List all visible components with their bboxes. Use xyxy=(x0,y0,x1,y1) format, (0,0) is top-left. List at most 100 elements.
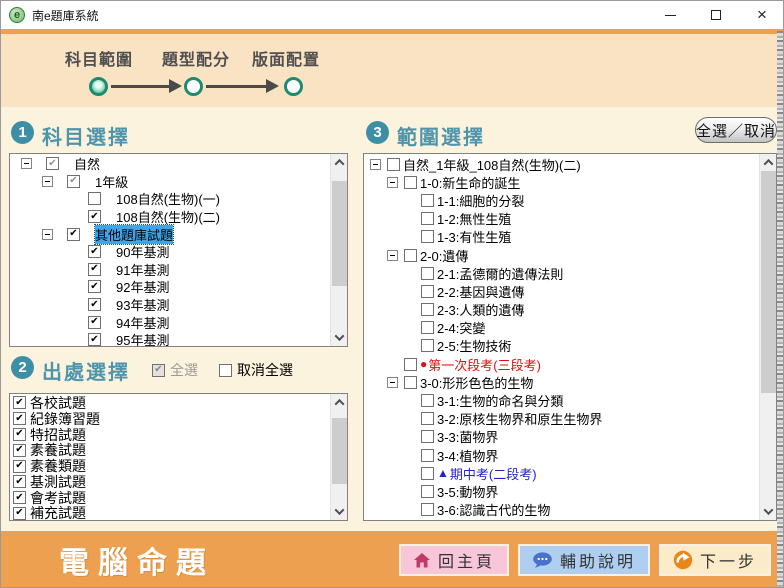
checkbox[interactable] xyxy=(404,376,417,389)
expand-collapse-toggle[interactable] xyxy=(21,158,32,169)
tree-row[interactable]: 2-1:孟德爾的遺傳法則 xyxy=(364,264,759,282)
checkbox[interactable]: ✔ xyxy=(88,298,101,311)
tree-row[interactable]: 3-1:生物的命名與分類 xyxy=(364,391,759,409)
tree-row[interactable]: 2-4:突變 xyxy=(364,319,759,337)
checkbox[interactable]: ✔ xyxy=(13,444,26,457)
scroll-down-button[interactable] xyxy=(331,503,348,520)
scrollbar-thumb[interactable] xyxy=(332,418,347,484)
source-list-scrollbar[interactable] xyxy=(330,394,347,520)
tree-row[interactable]: 2-5:生物技術 xyxy=(364,337,759,355)
tree-row[interactable]: ✔94年基測 xyxy=(10,313,330,331)
checkbox[interactable]: ✔ xyxy=(46,157,59,170)
subject-tree-scrollbar[interactable] xyxy=(330,154,347,346)
range-tree-scrollbar[interactable] xyxy=(759,154,776,520)
tree-row[interactable]: 3-2:原核生物界和原生生物界 xyxy=(364,410,759,428)
tree-row[interactable]: ✔自然 xyxy=(10,155,330,173)
tree-row[interactable]: 3-5:動物界 xyxy=(364,482,759,500)
tree-row[interactable]: 1-2:無性生殖 xyxy=(364,210,759,228)
checkbox[interactable] xyxy=(421,285,434,298)
checkbox[interactable] xyxy=(421,212,434,225)
tree-row[interactable]: 3-3:菌物界 xyxy=(364,428,759,446)
checkbox[interactable]: ✔ xyxy=(88,210,101,223)
checkbox[interactable] xyxy=(404,358,417,371)
checkbox[interactable]: ✔ xyxy=(88,263,101,276)
expand-collapse-toggle[interactable] xyxy=(370,159,381,170)
close-button[interactable]: × xyxy=(739,1,784,29)
tree-row[interactable]: ▲期中考(二段考) xyxy=(364,464,759,482)
checkbox[interactable]: ✔ xyxy=(13,428,26,441)
checkbox[interactable] xyxy=(421,303,434,316)
tree-row[interactable]: ✔90年基測 xyxy=(10,243,330,261)
checkbox[interactable]: ✔ xyxy=(13,460,26,473)
checkbox[interactable] xyxy=(421,321,434,334)
scroll-down-button[interactable] xyxy=(760,503,777,520)
tree-row[interactable]: ✔93年基測 xyxy=(10,296,330,314)
checkbox[interactable] xyxy=(421,194,434,207)
tree-row[interactable]: ✔91年基測 xyxy=(10,261,330,279)
home-button[interactable]: 回主頁 xyxy=(399,544,509,576)
tree-row[interactable]: ✔1年級 xyxy=(10,173,330,191)
tree-row[interactable]: 3-4:植物界 xyxy=(364,446,759,464)
tree-row[interactable]: 1-3:有性生殖 xyxy=(364,228,759,246)
checkbox[interactable]: ✔ xyxy=(88,316,101,329)
checkbox[interactable]: ✔ xyxy=(88,333,101,346)
deselect-all-checkbox[interactable] xyxy=(219,364,232,377)
checkbox[interactable]: ✔ xyxy=(13,412,26,425)
deselect-all-control[interactable]: 取消全選 xyxy=(219,360,293,380)
checkbox[interactable] xyxy=(421,485,434,498)
help-button[interactable]: 輔助說明 xyxy=(518,544,650,576)
checkbox[interactable] xyxy=(421,449,434,462)
checkbox[interactable] xyxy=(404,176,417,189)
checkbox[interactable]: ✔ xyxy=(88,245,101,258)
tree-row[interactable]: 2-0:遺傳 xyxy=(364,246,759,264)
scroll-up-button[interactable] xyxy=(331,394,348,411)
step-circle-1[interactable] xyxy=(89,77,108,96)
checkbox[interactable] xyxy=(421,503,434,516)
tree-row[interactable]: 108自然(生物)(一) xyxy=(10,190,330,208)
minimize-button[interactable] xyxy=(647,1,693,29)
select-all-control[interactable]: ✔ 全選 xyxy=(152,360,198,380)
checkbox[interactable]: ✔ xyxy=(13,396,26,409)
scroll-up-button[interactable] xyxy=(760,154,777,171)
tree-row[interactable]: 1-0:新生命的誕生 xyxy=(364,173,759,191)
select-all-toggle-button[interactable]: 全選／取消 xyxy=(695,117,777,143)
scroll-down-button[interactable] xyxy=(331,329,348,346)
tree-row[interactable]: ✔95年基測 xyxy=(10,331,330,346)
checkbox[interactable]: ✔ xyxy=(88,280,101,293)
checkbox[interactable]: ✔ xyxy=(13,475,26,488)
tree-row[interactable]: ✔108自然(生物)(二) xyxy=(10,208,330,226)
expand-collapse-toggle[interactable] xyxy=(387,177,398,188)
tree-row[interactable]: 3-0:形形色色的生物 xyxy=(364,373,759,391)
tree-row[interactable]: ✔其他題庫試題 xyxy=(10,225,330,243)
scrollbar-thumb[interactable] xyxy=(761,171,776,393)
checkbox[interactable]: ✔ xyxy=(13,507,26,520)
checkbox[interactable] xyxy=(387,158,400,171)
expand-collapse-toggle[interactable] xyxy=(387,250,398,261)
maximize-button[interactable] xyxy=(693,1,739,29)
tree-row[interactable]: 2-2:基因與遺傳 xyxy=(364,282,759,300)
tree-row[interactable]: ✔92年基測 xyxy=(10,278,330,296)
tree-row[interactable]: 1-1:細胞的分裂 xyxy=(364,191,759,209)
checkbox[interactable] xyxy=(88,192,101,205)
checkbox[interactable] xyxy=(421,267,434,280)
checkbox[interactable] xyxy=(421,412,434,425)
expand-collapse-toggle[interactable] xyxy=(42,176,53,187)
list-item[interactable]: ✔補充試題 xyxy=(10,506,330,520)
checkbox[interactable] xyxy=(421,339,434,352)
tree-row[interactable]: 2-3:人類的遺傳 xyxy=(364,301,759,319)
checkbox[interactable] xyxy=(421,230,434,243)
scroll-up-button[interactable] xyxy=(331,154,348,171)
expand-collapse-toggle[interactable] xyxy=(42,229,53,240)
checkbox[interactable] xyxy=(421,430,434,443)
select-all-checkbox[interactable]: ✔ xyxy=(152,364,165,377)
tree-row[interactable]: 3-6:認識古代的生物 xyxy=(364,501,759,519)
checkbox[interactable] xyxy=(421,394,434,407)
next-step-button[interactable]: 下一步 xyxy=(659,544,771,576)
expand-collapse-toggle[interactable] xyxy=(387,377,398,388)
checkbox[interactable]: ✔ xyxy=(13,491,26,504)
tree-row[interactable]: ●第一次段考(三段考) xyxy=(364,355,759,373)
checkbox[interactable]: ✔ xyxy=(67,228,80,241)
scrollbar-thumb[interactable] xyxy=(332,181,347,286)
step-circle-2[interactable] xyxy=(184,77,203,96)
checkbox[interactable]: ✔ xyxy=(67,175,80,188)
